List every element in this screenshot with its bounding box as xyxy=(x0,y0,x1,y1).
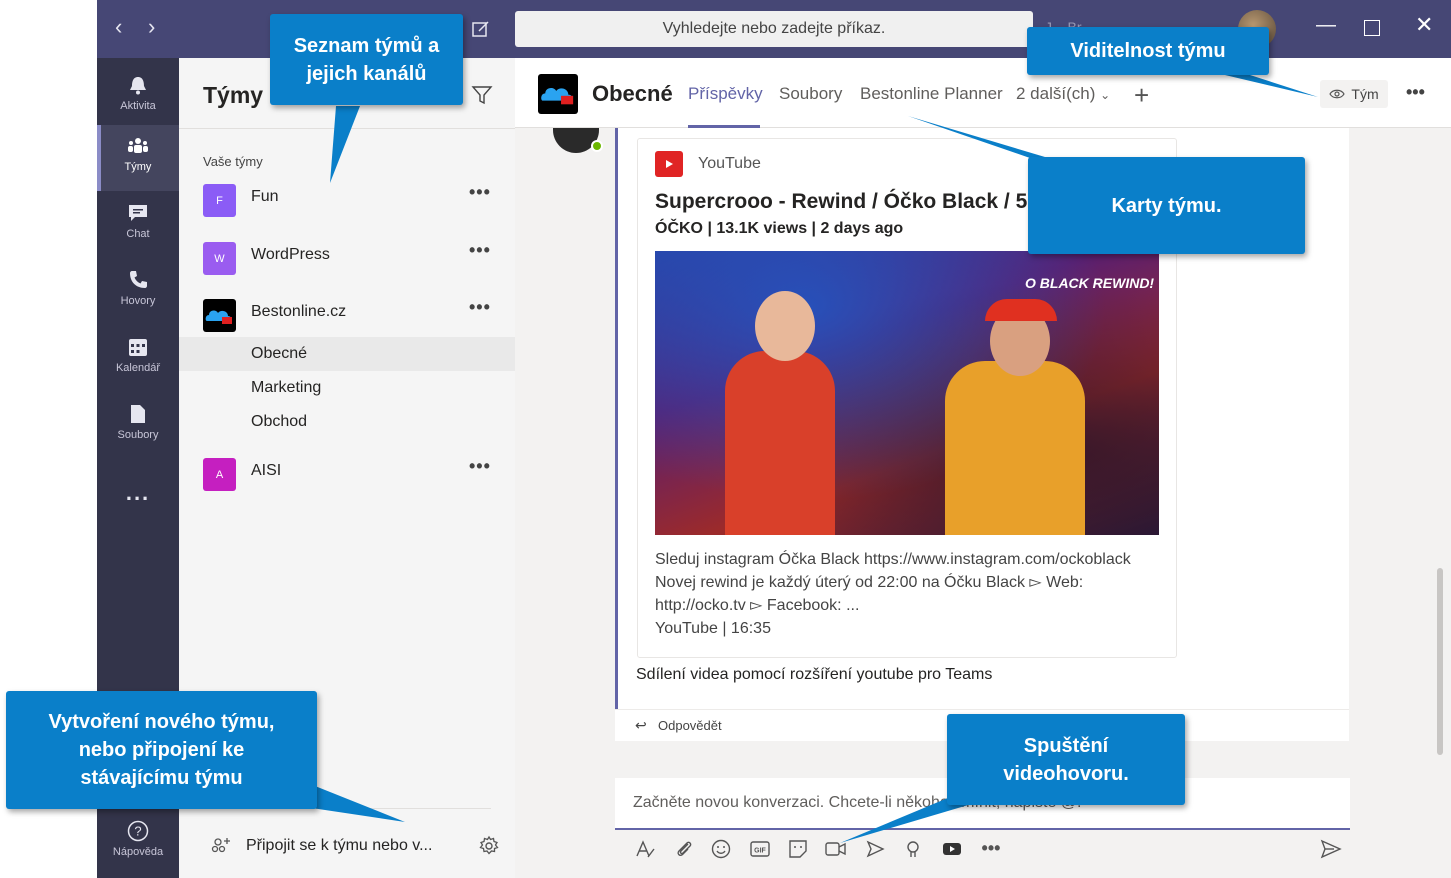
callout-visibility: Viditelnost týmu xyxy=(1027,27,1269,75)
callout-tabs: Karty týmu. xyxy=(1028,157,1305,254)
callout-create-team: Vytvoření nového týmu, nebo připojení ke… xyxy=(6,691,317,809)
callout-teams-list: Seznam týmů a jejich kanálů xyxy=(270,14,463,105)
callout-video-call: Spuštění videohovoru. xyxy=(947,714,1185,805)
